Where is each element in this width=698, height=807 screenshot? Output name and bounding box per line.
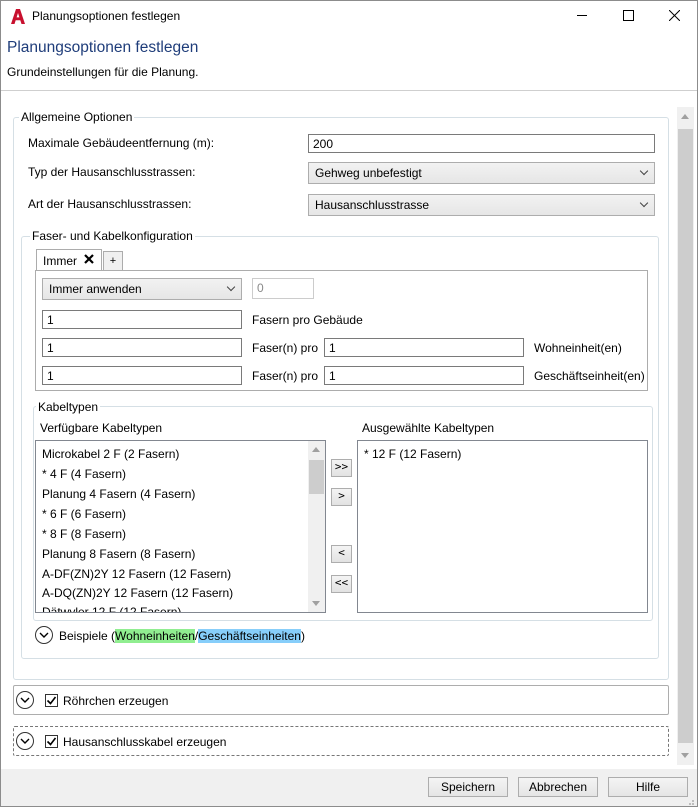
- selected-cables-list[interactable]: * 12 F (12 Fasern): [357, 440, 648, 613]
- maximize-icon: [622, 9, 634, 24]
- list-item[interactable]: Microkabel 2 F (2 Fasern): [42, 447, 179, 461]
- header-divider: [1, 90, 697, 91]
- minimize-button[interactable]: [559, 1, 605, 32]
- expand-tubes-button[interactable]: [16, 691, 34, 709]
- add-button[interactable]: >: [331, 488, 352, 506]
- dialog-window: Planungsoptionen festlegen Planungsoptio…: [0, 0, 698, 807]
- business-fibers-input[interactable]: 1: [42, 366, 242, 385]
- list-item[interactable]: Planung 8 Fasern (8 Fasern): [42, 547, 195, 561]
- examples-label: Beispiele (Wohneinheiten/Geschäftseinhei…: [59, 629, 305, 643]
- trench-kind-value: Hausanschlusstrasse: [315, 198, 430, 212]
- business-units-input[interactable]: 1: [324, 366, 524, 385]
- remove-all-button[interactable]: <<: [331, 575, 352, 593]
- list-item[interactable]: Planung 4 Fasern (4 Fasern): [42, 487, 195, 501]
- minimize-icon: [576, 10, 588, 24]
- residential-fibers-input[interactable]: 1: [42, 338, 242, 357]
- scroll-up-icon[interactable]: [312, 447, 320, 452]
- main-scroll-thumb[interactable]: [678, 129, 693, 743]
- selected-cables-label: Ausgewählte Kabeltypen: [362, 421, 495, 435]
- add-all-button[interactable]: >>: [331, 459, 352, 477]
- cancel-button[interactable]: Abbrechen: [518, 777, 598, 797]
- available-cables-list[interactable]: Microkabel 2 F (2 Fasern) * 4 F (4 Faser…: [35, 440, 326, 613]
- examples-business: Geschäftseinheiten: [198, 629, 301, 643]
- page-title: Planungsoptionen festlegen: [7, 39, 199, 56]
- residential-fiber-per-label: Faser(n) pro: [252, 341, 319, 355]
- close-icon: [668, 9, 680, 24]
- close-button[interactable]: [651, 1, 697, 32]
- tab-immer[interactable]: Immer: [36, 249, 102, 271]
- max-distance-label: Maximale Gebäudeentfernung (m):: [28, 136, 215, 150]
- maximize-button[interactable]: [605, 1, 651, 32]
- fibers-per-building-label: Fasern pro Gebäude: [252, 313, 363, 327]
- add-tab-button[interactable]: +: [103, 251, 123, 271]
- list-item[interactable]: * 6 F (6 Fasern): [42, 507, 126, 521]
- chevron-down-icon: [20, 697, 30, 703]
- chevron-down-icon: [639, 198, 649, 208]
- tab-immer-label: Immer: [43, 254, 77, 268]
- expand-examples-button[interactable]: [35, 626, 53, 644]
- list-item[interactable]: A-DF(ZN)2Y 12 Fasern (12 Fasern): [42, 567, 231, 581]
- list-scrollbar[interactable]: [308, 441, 325, 612]
- examples-prefix: Beispiele (: [59, 629, 116, 643]
- available-cables-label: Verfügbare Kabeltypen: [40, 421, 163, 435]
- chevron-down-icon: [639, 166, 649, 176]
- remove-button[interactable]: <: [331, 545, 352, 563]
- chevron-down-icon: [20, 738, 30, 744]
- chevron-down-icon: [39, 632, 49, 638]
- residential-units-input[interactable]: 1: [324, 338, 524, 357]
- dialog-footer: Speichern Abbrechen Hilfe: [1, 769, 697, 806]
- main-scrollbar[interactable]: [677, 107, 694, 765]
- trench-type-select[interactable]: Gehweg unbefestigt: [308, 162, 655, 184]
- list-item[interactable]: Dätwyler 12 F (12 Fasern): [42, 605, 181, 612]
- list-item[interactable]: * 8 F (8 Fasern): [42, 527, 126, 541]
- close-tab-icon[interactable]: [83, 253, 95, 268]
- examples-residential: Wohneinheiten: [115, 629, 195, 643]
- save-button[interactable]: Speichern: [428, 777, 508, 797]
- apply-mode-value: Immer anwenden: [49, 282, 142, 296]
- trench-type-value: Gehweg unbefestigt: [315, 166, 422, 180]
- title-bar: Planungsoptionen festlegen: [1, 1, 697, 33]
- business-fiber-per-label: Faser(n) pro: [252, 369, 319, 383]
- examples-suffix: ): [300, 629, 305, 643]
- fibers-per-building-input[interactable]: 1: [42, 310, 242, 329]
- house-cable-label: Hausanschlusskabel erzeugen: [63, 735, 227, 749]
- trench-type-label: Typ der Hausanschlusstrassen:: [28, 165, 196, 179]
- scroll-up-icon[interactable]: [681, 114, 689, 119]
- general-options-legend: Allgemeine Optionen: [19, 110, 135, 124]
- options-scroll-area: Allgemeine Optionen Maximale Gebäudeentf…: [1, 107, 677, 765]
- house-cable-checkbox[interactable]: [45, 735, 58, 748]
- resize-grip-icon[interactable]: [685, 795, 695, 806]
- residential-units-label: Wohneinheit(en): [534, 341, 622, 355]
- apply-mode-select[interactable]: Immer anwenden: [42, 278, 242, 300]
- trench-kind-select[interactable]: Hausanschlusstrasse: [308, 194, 655, 216]
- app-logo-icon: [10, 8, 26, 25]
- list-scroll-thumb[interactable]: [309, 460, 324, 494]
- window-title: Planungsoptionen festlegen: [32, 9, 181, 23]
- fiber-config-legend: Faser- und Kabelkonfiguration: [30, 229, 195, 243]
- scroll-down-icon[interactable]: [312, 601, 320, 606]
- help-button[interactable]: Hilfe: [608, 777, 688, 797]
- business-units-label: Geschäftseinheit(en): [534, 369, 645, 383]
- tubes-label: Röhrchen erzeugen: [63, 694, 169, 708]
- page-subtitle: Grundeinstellungen für die Planung.: [7, 65, 199, 79]
- list-item[interactable]: * 4 F (4 Fasern): [42, 467, 126, 481]
- max-distance-input[interactable]: 200: [308, 134, 655, 153]
- expand-house-cable-button[interactable]: [16, 732, 34, 750]
- apply-value-input: 0: [252, 278, 314, 299]
- trench-kind-label: Art der Hausanschlusstrassen:: [28, 197, 192, 211]
- list-item[interactable]: * 12 F (12 Fasern): [364, 447, 461, 461]
- cable-types-legend: Kabeltypen: [36, 400, 101, 414]
- checkmark-icon: [46, 696, 57, 705]
- checkmark-icon: [46, 737, 57, 746]
- scroll-down-icon[interactable]: [681, 753, 689, 758]
- list-item[interactable]: A-DQ(ZN)2Y 12 Fasern (12 Fasern): [42, 586, 233, 600]
- tubes-checkbox[interactable]: [45, 694, 58, 707]
- chevron-down-icon: [226, 282, 236, 292]
